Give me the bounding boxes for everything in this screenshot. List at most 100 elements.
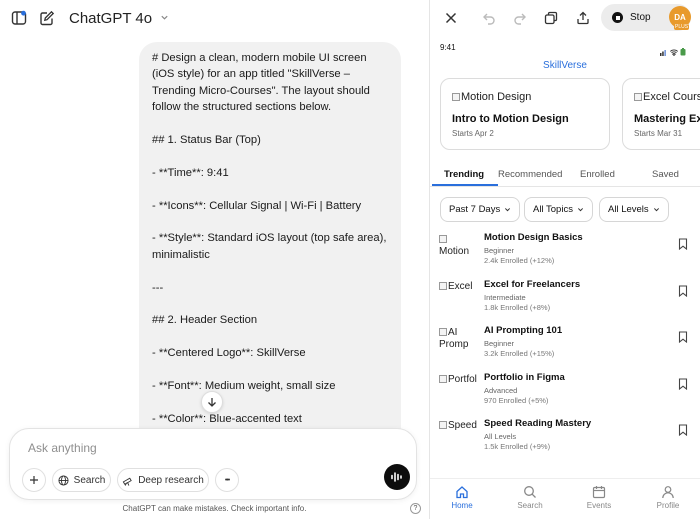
redo-icon[interactable] [511, 9, 529, 27]
scroll-down-button[interactable] [201, 391, 223, 413]
search-button-label: Search [73, 474, 106, 486]
featured-meta: Starts Apr 2 [452, 129, 494, 138]
nav-events-label: Events [586, 501, 612, 510]
course-thumbnail: Excel [439, 281, 477, 313]
wifi-icon [669, 43, 679, 57]
featured-card[interactable]: Motion Design Intro to Motion Design Sta… [440, 78, 610, 150]
message-line: - **Centered Logo**: SkillVerse [152, 347, 306, 360]
course-enrolled: 1.8k Enrolled (+8%) [484, 302, 551, 312]
telescope-icon [122, 477, 132, 486]
course-enrolled: 2.4k Enrolled (+12%) [484, 256, 555, 265]
tab-recommended[interactable]: Recommended [498, 169, 562, 180]
broken-image-icon [439, 328, 447, 336]
sidebar-toggle-icon[interactable] [10, 9, 28, 27]
course-row[interactable]: Portfol Portfolio in Figma Advanced 970 Enr… [430, 372, 700, 418]
tab-trending[interactable]: Trending [444, 169, 484, 180]
undo-icon[interactable] [480, 9, 498, 27]
bookmark-icon[interactable] [678, 377, 688, 390]
deep-research-label: Deep research [138, 474, 204, 486]
featured-card[interactable]: Excel Cours Mastering Ex Starts Mar 31 [622, 78, 700, 150]
search-icon [524, 486, 536, 498]
more-tools-button[interactable]: ••• [215, 468, 239, 492]
home-icon [456, 486, 468, 499]
message-line: - **Style**: Standard iOS layout (top sa… [152, 232, 387, 245]
course-name: Excel for Freelancers [484, 278, 581, 290]
search-button[interactable]: Search [52, 468, 111, 492]
voice-wave-icon [391, 472, 402, 482]
share-icon[interactable] [574, 9, 592, 27]
course-thumbnail: Motion [439, 234, 477, 266]
status-icons [660, 43, 686, 57]
new-chat-icon[interactable] [38, 9, 56, 27]
featured-title: Mastering Ex [634, 113, 700, 125]
broken-image-icon [634, 93, 642, 101]
chat-pane: ChatGPT 4o # Design a clean, modern mobi… [0, 0, 429, 519]
globe-icon [58, 474, 69, 486]
model-name: ChatGPT 4o [69, 10, 153, 27]
featured-image-alt: Motion Design [452, 91, 531, 103]
bookmark-icon[interactable] [678, 423, 688, 437]
filter-date-label: Past 7 Days [449, 204, 501, 215]
message-blank-line [152, 181, 392, 197]
cellular-signal-icon [660, 43, 668, 56]
calendar-icon [592, 486, 606, 499]
nav-profile-label: Profile [656, 501, 680, 510]
message-line: - **Icons**: Cellular Signal | Wi-Fi | B… [152, 199, 362, 212]
nav-profile[interactable]: Profile [643, 485, 693, 510]
message-line: follow the structured sections below. [152, 101, 332, 114]
model-selector[interactable]: ChatGPT 4o [69, 10, 169, 27]
bottom-nav: Home Search Events Profile [430, 478, 700, 519]
arrow-down-icon [208, 397, 216, 407]
composer: Ask anything Search Deep research ••• [9, 428, 417, 500]
tab-saved[interactable]: Saved [652, 169, 679, 180]
bookmark-icon[interactable] [678, 284, 688, 297]
user-message-bubble: # Design a clean, modern mobile UI scree… [139, 42, 401, 452]
filter-date[interactable]: Past 7 Days [440, 197, 521, 222]
message-blank-line [152, 148, 392, 164]
nav-home-label: Home [451, 501, 473, 510]
tab-enrolled[interactable]: Enrolled [580, 169, 615, 180]
stop-label: Stop [630, 12, 651, 23]
message-line: # Design a clean, modern mobile UI scree… [152, 52, 367, 64]
message-input[interactable]: Ask anything [28, 441, 97, 455]
nav-search-label: Search [517, 501, 543, 510]
deep-research-button[interactable]: Deep research [117, 468, 209, 492]
course-name: Portfolio in Figma [484, 371, 565, 383]
broken-image-icon [439, 235, 447, 243]
filter-levels[interactable]: All Levels [599, 197, 669, 222]
person-icon [662, 486, 674, 499]
bookmark-icon[interactable] [678, 330, 688, 344]
course-level: Intermediate [484, 292, 526, 302]
course-row[interactable]: Speed Speed Reading Mastery All Levels 1.5k… [430, 418, 700, 464]
voice-mode-button[interactable] [384, 464, 410, 490]
message-line: ## 1. Status Bar (Top) [152, 134, 261, 147]
message-line: --- [152, 281, 164, 294]
course-row[interactable]: AI Promp AI Prompting 101 Beginner 3.2k Enr… [430, 325, 700, 371]
message-blank-line [152, 329, 392, 345]
app-logo: SkillVerse [543, 60, 587, 71]
course-row[interactable]: Excel Excel for Freelancers Intermediate 1.… [430, 279, 700, 325]
course-level: All Levels [484, 432, 517, 441]
help-button[interactable]: ? [410, 503, 421, 514]
status-time: 9:41 [440, 43, 456, 52]
course-row[interactable]: Motion Motion Design Basics Beginner 2.4k E… [430, 232, 700, 278]
message-line: - **Color**: Blue-accented text [152, 412, 302, 425]
course-name: Motion Design Basics [484, 232, 583, 243]
filter-topics[interactable]: All Topics [524, 197, 593, 222]
attach-button[interactable] [22, 468, 46, 492]
nav-events[interactable]: Events [574, 485, 624, 510]
user-message-text: # Design a clean, modern mobile UI scree… [152, 50, 392, 427]
nav-search[interactable]: Search [505, 485, 555, 510]
bookmark-icon[interactable] [678, 237, 688, 251]
course-level: Beginner [484, 339, 515, 348]
course-thumbnail-alt: Speed [448, 420, 477, 431]
nav-home[interactable]: Home [437, 485, 487, 510]
course-name: Speed Reading Mastery [484, 418, 592, 429]
message-line: (iOS style) for an app titled "SkillVers… [152, 68, 350, 81]
close-icon[interactable] [442, 9, 460, 27]
message-line: ## 2. Header Section [152, 314, 258, 327]
copy-icon[interactable] [542, 9, 560, 27]
featured-meta: Starts Mar 31 [634, 129, 683, 138]
course-name: AI Prompting 101 [484, 325, 563, 336]
chevron-down-icon [505, 208, 511, 212]
